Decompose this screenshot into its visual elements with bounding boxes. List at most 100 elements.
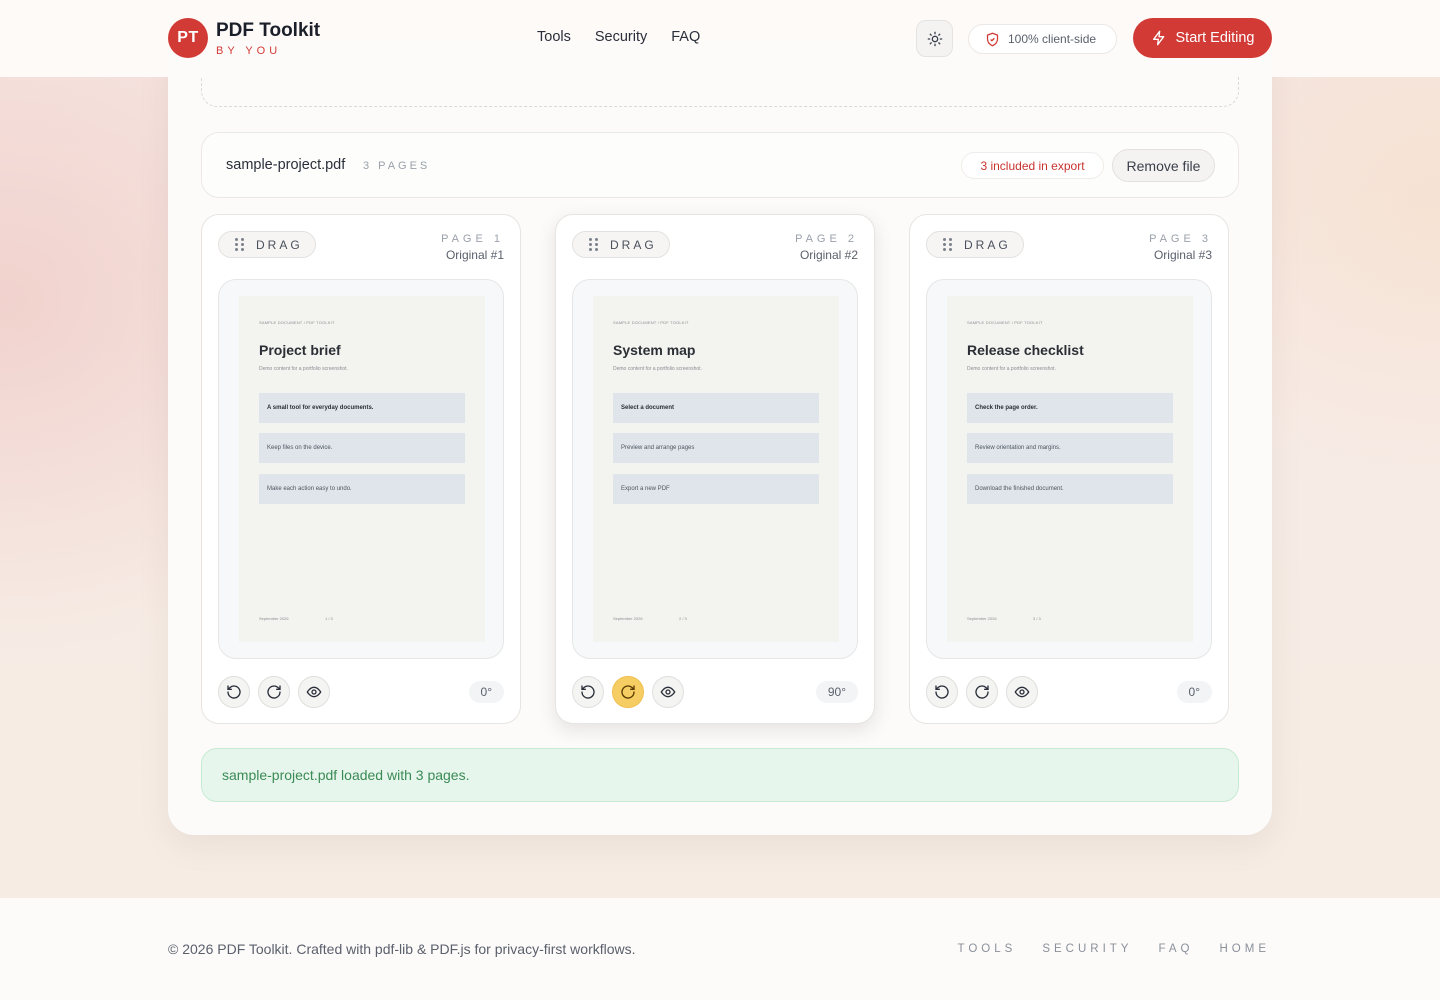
page-footer: © 2026 PDF Toolkit. Crafted with pdf-lib…	[0, 898, 1440, 1000]
thumbnail-page: SAMPLE DOCUMENT / PDF TOOLKIT Project br…	[239, 296, 485, 642]
start-editing-label: Start Editing	[1175, 30, 1255, 46]
nav-tools[interactable]: Tools	[537, 29, 571, 45]
footer-link-faq[interactable]: FAQ	[1158, 943, 1193, 955]
brand-logo: PT	[168, 18, 208, 58]
rotate-left-button[interactable]	[572, 676, 604, 708]
preview-button[interactable]	[1006, 676, 1038, 708]
thumbnail-header: SAMPLE DOCUMENT / PDF TOOLKIT	[259, 320, 335, 325]
drag-handle-icon	[235, 238, 244, 251]
drag-handle-icon	[943, 238, 952, 251]
footer-link-security[interactable]: SECURITY	[1042, 943, 1132, 955]
thumbnail-row: Make each action easy to undo.	[259, 474, 465, 504]
drag-label: DRAG	[964, 237, 1011, 252]
thumbnail-header: SAMPLE DOCUMENT / PDF TOOLKIT	[967, 320, 1043, 325]
shield-icon	[985, 32, 1000, 47]
export-count-badge: 3 included in export	[961, 152, 1104, 179]
nav-faq[interactable]: FAQ	[671, 29, 700, 45]
footer-nav: TOOLS SECURITY FAQ HOME	[958, 943, 1270, 955]
top-header: PT PDF Toolkit BY YOU Tools Security FAQ…	[0, 0, 1440, 77]
thumbnail-footer-date: September 2026	[967, 616, 997, 621]
status-message: sample-project.pdf loaded with 3 pages.	[201, 748, 1239, 802]
rotate-left-icon	[580, 684, 596, 700]
footer-link-tools[interactable]: TOOLS	[958, 943, 1017, 955]
file-bar: sample-project.pdf 3 PAGES 3 included in…	[201, 132, 1239, 198]
thumbnail-subtitle: Demo content for a portfolio screenshot.	[967, 366, 1056, 372]
rotate-right-button[interactable]	[258, 676, 290, 708]
rotate-left-icon	[226, 684, 242, 700]
drag-label: DRAG	[610, 237, 657, 252]
thumbnail-row: Preview and arrange pages	[613, 433, 819, 463]
eye-icon	[1014, 684, 1030, 700]
page-number: PAGE 1	[441, 233, 504, 245]
original-page: Original #2	[799, 248, 858, 262]
thumbnail-row: Review orientation and margins.	[967, 433, 1173, 463]
start-editing-button[interactable]: Start Editing	[1133, 18, 1272, 58]
eye-icon	[660, 684, 676, 700]
rotate-right-button[interactable]	[966, 676, 998, 708]
rotation-angle: 0°	[1176, 681, 1212, 703]
drag-label: DRAG	[256, 237, 303, 252]
thumbnail-row: Select a document	[613, 393, 819, 423]
rotation-angle: 90°	[815, 681, 858, 703]
rotate-right-icon	[620, 684, 636, 700]
brand-subtitle: BY YOU	[216, 44, 282, 57]
page-thumbnail[interactable]: SAMPLE DOCUMENT / PDF TOOLKIT Release ch…	[926, 279, 1212, 659]
thumbnail-row: Download the finished document.	[967, 474, 1173, 504]
thumbnail-footer-date: September 2026	[259, 616, 289, 621]
thumbnail-page: SAMPLE DOCUMENT / PDF TOOLKIT System map…	[593, 296, 839, 642]
file-name: sample-project.pdf	[226, 157, 346, 173]
client-side-badge: 100% client-side	[968, 24, 1117, 54]
page-number: PAGE 3	[1149, 233, 1212, 245]
drag-handle-icon	[589, 238, 598, 251]
page-card[interactable]: DRAG PAGE 2 Original #2 SAMPLE DOCUMENT …	[555, 214, 875, 724]
preview-button[interactable]	[652, 676, 684, 708]
thumbnail-row: Check the page order.	[967, 393, 1173, 423]
rotate-right-button[interactable]	[612, 676, 644, 708]
page-thumbnail[interactable]: SAMPLE DOCUMENT / PDF TOOLKIT System map…	[572, 279, 858, 659]
preview-button[interactable]	[298, 676, 330, 708]
thumbnail-title: Project brief	[259, 342, 341, 358]
thumbnail-subtitle: Demo content for a portfolio screenshot.	[259, 366, 348, 372]
original-page: Original #1	[445, 248, 504, 262]
sun-icon	[927, 31, 943, 47]
page-card[interactable]: DRAG PAGE 1 Original #1 SAMPLE DOCUMENT …	[201, 214, 521, 724]
rotate-right-icon	[974, 684, 990, 700]
theme-toggle-button[interactable]	[916, 20, 953, 57]
thumbnail-row: Export a new PDF	[613, 474, 819, 504]
thumbnail-page: SAMPLE DOCUMENT / PDF TOOLKIT Release ch…	[947, 296, 1193, 642]
thumbnail-footer-date: September 2026	[613, 616, 643, 621]
brand-name: PDF Toolkit	[216, 19, 321, 41]
main-nav: Tools Security FAQ	[537, 29, 700, 45]
page-number: PAGE 2	[795, 233, 858, 245]
thumbnail-row: A small tool for everyday documents.	[259, 393, 465, 423]
rotate-left-button[interactable]	[218, 676, 250, 708]
rotation-angle: 0°	[468, 681, 504, 703]
thumbnail-footer-page: 1 / 3	[325, 616, 333, 621]
thumbnail-header: SAMPLE DOCUMENT / PDF TOOLKIT	[613, 320, 689, 325]
thumbnail-footer-page: 2 / 3	[679, 616, 687, 621]
page-thumbnail[interactable]: SAMPLE DOCUMENT / PDF TOOLKIT Project br…	[218, 279, 504, 659]
thumbnail-footer-page: 3 / 3	[1033, 616, 1041, 621]
drag-handle[interactable]: DRAG	[218, 231, 316, 258]
rotate-right-icon	[266, 684, 282, 700]
file-page-count: 3 PAGES	[363, 160, 431, 172]
editor-panel: sample-project.pdf 3 PAGES 3 included in…	[168, 40, 1272, 835]
rotate-left-button[interactable]	[926, 676, 958, 708]
original-page: Original #3	[1153, 248, 1212, 262]
client-side-label: 100% client-side	[1008, 32, 1097, 46]
drag-handle[interactable]: DRAG	[926, 231, 1024, 258]
thumbnail-row: Keep files on the device.	[259, 433, 465, 463]
drag-handle[interactable]: DRAG	[572, 231, 670, 258]
brand[interactable]: PT PDF Toolkit BY YOU	[168, 18, 320, 58]
thumbnail-title: Release checklist	[967, 342, 1084, 358]
thumbnail-subtitle: Demo content for a portfolio screenshot.	[613, 366, 702, 372]
nav-security[interactable]: Security	[595, 29, 647, 45]
footer-link-home[interactable]: HOME	[1220, 943, 1271, 955]
rotate-left-icon	[934, 684, 950, 700]
lightning-icon	[1151, 30, 1167, 46]
page-card[interactable]: DRAG PAGE 3 Original #3 SAMPLE DOCUMENT …	[909, 214, 1229, 724]
remove-file-button[interactable]: Remove file	[1112, 149, 1215, 182]
thumbnail-title: System map	[613, 342, 696, 358]
copyright-text: © 2026 PDF Toolkit. Crafted with pdf-lib…	[168, 941, 636, 957]
eye-icon	[306, 684, 322, 700]
